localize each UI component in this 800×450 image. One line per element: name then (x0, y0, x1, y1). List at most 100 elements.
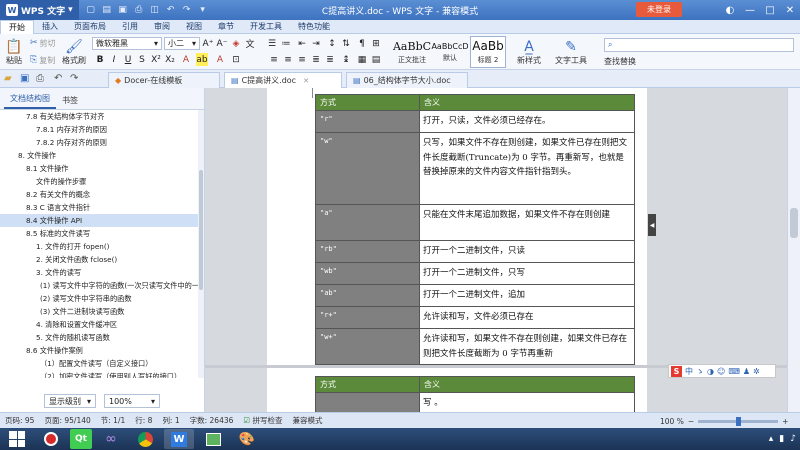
undo-icon[interactable]: ↶ (165, 4, 177, 16)
shading-icon[interactable]: ▦ (356, 53, 368, 66)
bold-icon[interactable]: B (94, 53, 106, 66)
skin-icon[interactable]: ◐ (720, 0, 740, 20)
status-words[interactable]: 字数: 26436 (185, 415, 239, 426)
undo-icon[interactable]: ↶ (54, 73, 62, 84)
close-button[interactable]: ✕ (780, 0, 800, 20)
text-tools-button[interactable]: ✎ 文字工具 (554, 35, 588, 69)
nav-item[interactable]: （2）加密文件读写（使用别人写好的接口） (0, 370, 198, 378)
nav-item[interactable]: （1）配置文件读写（自定义接口） (0, 357, 198, 370)
tab-4[interactable]: 审阅 (146, 20, 178, 34)
customize-icon[interactable]: ▾ (197, 4, 209, 16)
redo-icon[interactable]: ↷ (181, 4, 193, 16)
tab-5[interactable]: 视图 (178, 20, 210, 34)
nav-item[interactable]: 8. 文件操作 (0, 149, 198, 162)
redo-icon[interactable]: ↷ (70, 73, 78, 84)
nav-item[interactable]: 7.8.1 内存对齐的原因 (0, 123, 198, 136)
nav-item[interactable]: 8.5 标准的文件读写 (0, 227, 198, 240)
open-icon[interactable]: ▤ (101, 4, 113, 16)
doc-tab-c-lecture[interactable]: ▤ C提高讲义.doc ✕ (224, 72, 342, 88)
spell-check-toggle[interactable]: ☑ 拼写检查 (238, 415, 287, 426)
folder-icon[interactable]: ▰ (4, 73, 12, 84)
format-painter-button[interactable]: 🖌 格式刷 (60, 35, 88, 69)
save-icon[interactable]: ▣ (20, 73, 29, 84)
start-button[interactable] (0, 428, 34, 450)
preview-icon[interactable]: ◫ (149, 4, 161, 16)
nav-item[interactable]: 8.4 文件操作 API (0, 214, 198, 227)
new-style-button[interactable]: A̲ 新样式 (512, 35, 546, 69)
minimize-button[interactable]: — (740, 0, 760, 20)
decrease-indent-icon[interactable]: ⇤ (296, 37, 308, 50)
increase-indent-icon[interactable]: ⇥ (310, 37, 322, 50)
table-border-icon[interactable]: ▤ (370, 53, 382, 66)
collapse-pane-arrow[interactable]: ◀ (648, 214, 656, 236)
char-shading-icon[interactable]: A (214, 53, 226, 66)
nav-scrollbar[interactable] (198, 110, 204, 378)
search-input[interactable]: ⌕ (604, 38, 794, 52)
style-normal-comment[interactable]: AaBbC 正文批注 (392, 36, 432, 68)
ime-keyboard-icon[interactable]: ⌨ (728, 367, 740, 376)
distribute-icon[interactable]: ≣ (324, 53, 336, 66)
copy-button[interactable]: ⎘ 复制 (30, 53, 55, 67)
doc-tab-struct-size[interactable]: ▤ 06_结构体字节大小.doc (346, 72, 468, 88)
highlight-icon[interactable]: ab (196, 53, 208, 66)
paint-icon[interactable]: 🎨 (232, 429, 262, 449)
qt-icon[interactable]: Qt (70, 429, 92, 449)
ime-emoji-icon[interactable]: ☺ (717, 367, 725, 376)
superscript-icon[interactable]: X² (150, 53, 162, 66)
tab-bookmarks[interactable]: 书签 (56, 92, 84, 109)
ime-tools-icon[interactable]: ✲ (753, 367, 760, 376)
tab-8[interactable]: 特色功能 (290, 20, 338, 34)
visual-studio-icon[interactable]: ∞ (96, 429, 126, 449)
tab-6[interactable]: 章节 (210, 20, 242, 34)
font-color-icon[interactable]: A (180, 53, 192, 66)
nav-item[interactable]: 7.8 有关结构体字节对齐 (0, 110, 198, 123)
tab-document-map[interactable]: 文档结构图 (4, 90, 56, 109)
status-pages[interactable]: 页面: 95/140 (39, 415, 95, 426)
new-doc-icon[interactable]: ▢ (85, 4, 97, 16)
tray-arrow-icon[interactable]: ▴ (769, 434, 774, 444)
nav-item[interactable]: 7.8.2 内存对齐的原则 (0, 136, 198, 149)
doc-tab-docer[interactable]: ◆ Docer-在线模板 (108, 72, 220, 88)
bullets-icon[interactable]: ☰ (266, 37, 278, 50)
network-icon[interactable]: ▮ (779, 434, 784, 444)
align-center-icon[interactable]: ≡ (282, 53, 294, 66)
nav-item[interactable]: 8.1 文件操作 (0, 162, 198, 175)
align-right-icon[interactable]: ≡ (296, 53, 308, 66)
ime-toolbar[interactable]: S 中 ゝ ◑ ☺ ⌨ ♟ ✲ (668, 364, 776, 378)
document-scrollbar[interactable] (787, 88, 800, 412)
image-viewer-icon[interactable] (198, 429, 228, 449)
ime-punct-icon[interactable]: ゝ (696, 366, 704, 377)
style-heading-2[interactable]: AaBb 标题 2 (470, 36, 506, 68)
justify-icon[interactable]: ≣ (310, 53, 322, 66)
ime-halfwidth-icon[interactable]: ◑ (707, 367, 714, 376)
nav-item[interactable]: (3) 文件二进制块读写函数 (0, 305, 198, 318)
tab-1[interactable]: 插入 (34, 20, 66, 34)
app-menu-button[interactable]: W WPS 文字 ▾ (0, 0, 79, 20)
nav-item[interactable]: 4. 清除和设置文件缓冲区 (0, 318, 198, 331)
nav-item[interactable]: (1) 读写文件中字符的函数(一次只读写文件中的一个字符) (0, 279, 198, 292)
numbering-icon[interactable]: ≔ (280, 37, 292, 50)
nav-item[interactable]: 8.6 文件操作案例 (0, 344, 198, 357)
clear-format-icon[interactable]: ◈ (230, 37, 242, 50)
nav-item[interactable]: (2) 读写文件中字符串的函数 (0, 292, 198, 305)
document-page-next[interactable]: 方式 含义 写 。 (267, 368, 647, 412)
tab-2[interactable]: 页面布局 (66, 20, 114, 34)
subscript-icon[interactable]: X₂ (164, 53, 176, 66)
zoom-out-icon[interactable]: − (688, 417, 694, 426)
maximize-button[interactable]: □ (760, 0, 780, 20)
volume-icon[interactable]: ♪ (790, 434, 796, 444)
ime-skin-icon[interactable]: ♟ (743, 367, 750, 376)
nav-item[interactable]: 8.2 有关文件的概念 (0, 188, 198, 201)
find-replace-button[interactable]: 查找替换 (604, 54, 636, 68)
font-size-select[interactable]: 小二 ▾ (164, 37, 200, 50)
wps-writer-icon[interactable]: W (164, 429, 194, 449)
close-icon[interactable]: ✕ (303, 77, 309, 85)
document-scroll-thumb[interactable] (790, 208, 798, 238)
sort-icon[interactable]: ⇅ (340, 37, 352, 50)
line-spacing-icon[interactable]: ↨ (340, 53, 352, 66)
style-default[interactable]: AaBbCcD 默认 (431, 36, 468, 68)
border-icon[interactable]: ⊞ (370, 37, 382, 50)
paste-button[interactable]: 📋 粘贴 (2, 35, 26, 69)
nav-item[interactable]: 文件的操作步骤 (0, 175, 198, 188)
tab-3[interactable]: 引用 (114, 20, 146, 34)
